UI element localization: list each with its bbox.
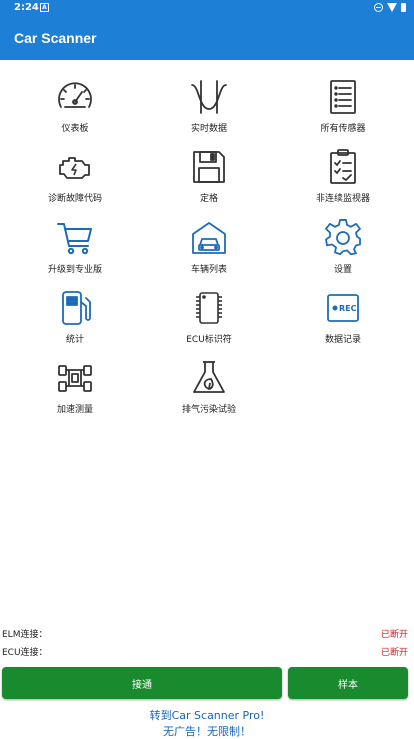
- menu-item-all-sensors[interactable]: 所有传感器: [274, 65, 412, 135]
- menu-item-label: 设置: [333, 265, 352, 275]
- race-car-icon: [55, 358, 95, 398]
- menu-item-dashboard[interactable]: 仪表板: [6, 65, 144, 135]
- menu-item-label: ECU标识符: [186, 335, 232, 345]
- menu-item-label: 所有传感器: [320, 124, 366, 134]
- menu-item-label: 仪表板: [61, 124, 89, 134]
- chip-icon: [189, 288, 229, 328]
- fuel-pump-icon: [55, 288, 95, 328]
- elm-connection-status: 已断开: [380, 630, 408, 640]
- menu-item-label: 诊断故障代码: [47, 194, 102, 204]
- elm-connection-row: ELM连接： 已断开: [0, 627, 414, 641]
- garage-car-icon: [189, 218, 229, 258]
- menu-item-acceleration[interactable]: 加速测量: [6, 346, 144, 416]
- status-time: 2:24: [14, 2, 39, 13]
- ecu-connection-row: ECU连接： 已断开: [0, 645, 414, 659]
- menu-item-data-logging[interactable]: REC 数据记录: [274, 276, 412, 346]
- app-title: Car Scanner: [14, 30, 97, 46]
- menu-item-label: 升级到专业版: [47, 265, 102, 275]
- clipboard-check-icon: [323, 147, 363, 187]
- menu-item-label: 非连续监视器: [315, 194, 370, 204]
- record-badge-text: REC: [339, 304, 357, 313]
- elm-connection-label: ELM连接：: [2, 630, 48, 640]
- list-document-icon: [323, 77, 363, 117]
- menu-item-emissions-test[interactable]: 排气污染试验: [140, 346, 278, 416]
- menu-item-label: 排气污染试验: [181, 405, 236, 415]
- floppy-disk-icon: [189, 147, 229, 187]
- ecu-connection-status: 已断开: [380, 648, 408, 658]
- app-bar: Car Scanner: [0, 18, 414, 60]
- connect-button[interactable]: 接通: [2, 667, 282, 699]
- menu-item-label: 数据记录: [324, 335, 361, 345]
- promo-line-1[interactable]: 转到Car Scanner Pro!: [0, 707, 414, 723]
- promo-line-2[interactable]: 无广告！无限制！: [0, 723, 414, 739]
- speedometer-icon: [55, 77, 95, 117]
- menu-item-upgrade-pro[interactable]: 升级到专业版: [6, 206, 144, 276]
- menu-item-vehicle-list[interactable]: 车辆列表: [140, 206, 278, 276]
- menu-item-ecu-identifiers[interactable]: ECU标识符: [140, 276, 278, 346]
- status-bar: 2:24 A: [0, 0, 414, 18]
- menu-item-label: 定格: [199, 194, 218, 204]
- menu-item-label: 统计: [65, 335, 84, 345]
- menu-item-label: 车辆列表: [190, 265, 227, 275]
- gear-icon: [323, 218, 363, 258]
- status-icons: [374, 3, 406, 12]
- notification-icon: A: [40, 3, 49, 12]
- menu-item-freeze-frame[interactable]: 定格: [140, 135, 278, 205]
- battery-icon: [401, 3, 406, 12]
- sample-button[interactable]: 样本: [288, 667, 408, 699]
- menu-item-settings[interactable]: 设置: [274, 206, 412, 276]
- menu-item-label: 加速测量: [56, 405, 93, 415]
- do-not-disturb-icon: [374, 3, 383, 12]
- flask-leaf-icon: [189, 358, 229, 398]
- menu-item-live-data[interactable]: 实时数据: [140, 65, 278, 135]
- ecu-connection-label: ECU连接：: [2, 648, 48, 658]
- engine-icon: [55, 147, 95, 187]
- menu-item-trouble-codes[interactable]: 诊断故障代码: [6, 135, 144, 205]
- shopping-cart-icon: [55, 218, 95, 258]
- sine-wave-icon: [189, 77, 229, 117]
- wifi-icon: [387, 3, 397, 12]
- menu-item-monitors[interactable]: 非连续监视器: [274, 135, 412, 205]
- menu-item-statistics[interactable]: 统计: [6, 276, 144, 346]
- menu-item-label: 实时数据: [190, 124, 227, 134]
- record-icon: REC: [323, 288, 363, 328]
